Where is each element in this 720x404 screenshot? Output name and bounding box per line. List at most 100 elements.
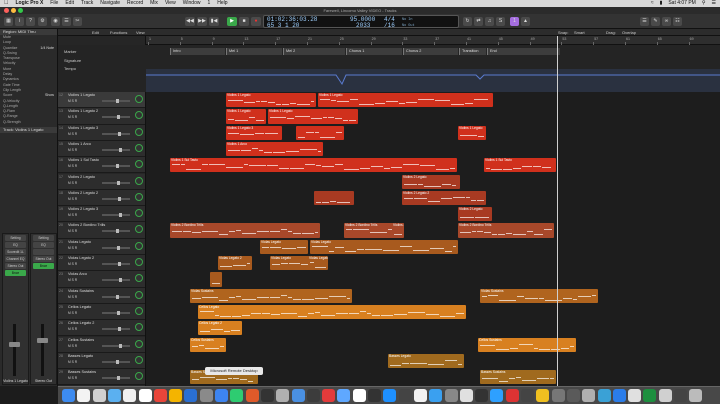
track-name[interactable]: Violas Arco — [68, 272, 87, 276]
drag-value[interactable]: Overlap — [622, 29, 636, 36]
track-volume-slider[interactable] — [102, 131, 130, 136]
midi-region[interactable]: Violas Legato — [310, 239, 458, 254]
pan-knob[interactable] — [135, 306, 143, 315]
track-name[interactable]: Cellos Sustains — [68, 338, 94, 342]
dock-app-icon[interactable] — [643, 389, 657, 402]
snap-value[interactable]: Smart — [574, 29, 585, 36]
count-in-button[interactable]: 1 — [510, 17, 519, 26]
track-header[interactable]: 28 Basses Legato M S R — [58, 352, 145, 370]
mute-solo-buttons[interactable]: M S R — [68, 246, 77, 250]
midi-region[interactable]: Violas Legato 2 — [218, 256, 252, 271]
dock-app-icon[interactable] — [536, 389, 550, 402]
track-header[interactable]: 26 Cellos Legato 2 M S R — [58, 320, 145, 337]
mute-solo-buttons[interactable]: M S R — [68, 197, 77, 201]
marker-end[interactable]: End — [487, 48, 560, 55]
midi-region[interactable]: Cellos Legato — [198, 304, 466, 320]
track-name[interactable]: Violins 1 Legato 2 — [68, 109, 98, 113]
tempo-track-lane[interactable] — [146, 69, 720, 92]
dock-app-icon[interactable] — [92, 389, 106, 402]
zoom-window-icon[interactable] — [18, 8, 23, 13]
pan-knob[interactable] — [135, 241, 143, 250]
midi-region[interactable]: Cellos Sustains — [478, 337, 576, 352]
strip-slot[interactable] — [33, 249, 54, 255]
record-button[interactable]: ● — [251, 17, 261, 26]
volume-knob[interactable] — [118, 196, 121, 201]
inspector-row[interactable]: Q-Strength — [0, 120, 57, 125]
dock-app-icon[interactable] — [551, 389, 565, 402]
dock-app-icon[interactable] — [138, 389, 152, 402]
midi-region[interactable]: Violins 1 Legato — [318, 93, 493, 108]
dock-app-icon[interactable] — [199, 389, 213, 402]
midi-region[interactable]: Violins 2 Legato — [402, 174, 460, 189]
track-volume-slider[interactable] — [102, 180, 130, 185]
track-volume-slider[interactable] — [102, 343, 130, 348]
dock-app-icon[interactable] — [352, 389, 366, 402]
track-header[interactable]: 14 Violins 1 Legato 3 M S R — [58, 124, 145, 141]
pan-knob[interactable] — [135, 160, 143, 169]
track-header[interactable]: 21 Violas Legato M S R — [58, 238, 145, 255]
volume-knob[interactable] — [116, 99, 119, 103]
midi-region[interactable]: Violins 2 Legato — [458, 207, 492, 222]
midi-region[interactable] — [210, 272, 222, 287]
inspector-button[interactable]: i — [15, 17, 24, 26]
track-header[interactable]: 17 Violins 2 Legato M S R — [58, 173, 145, 190]
track-name[interactable]: Violins 2 Legato 2 — [68, 191, 98, 195]
dock-app-icon[interactable] — [582, 389, 596, 402]
dock-app-icon[interactable] — [215, 389, 228, 402]
mute-solo-buttons[interactable]: M S R — [68, 376, 77, 380]
track-volume-slider[interactable] — [102, 229, 130, 234]
help-button[interactable]: ? — [26, 17, 35, 26]
close-window-icon[interactable] — [4, 8, 9, 13]
track-name[interactable]: Violins 1 Legato 3 — [68, 126, 98, 130]
track-header[interactable]: 25 Cellos Legato M S R — [58, 303, 145, 321]
pan-knob[interactable] — [135, 274, 143, 283]
volume-fader[interactable] — [9, 324, 20, 376]
menu-track[interactable]: Track — [81, 0, 93, 7]
pan-knob[interactable] — [135, 323, 143, 332]
playhead[interactable] — [557, 36, 558, 386]
track-volume-slider[interactable] — [102, 262, 130, 266]
mute-solo-buttons[interactable]: M S R — [68, 164, 77, 168]
dock-app-icon[interactable] — [658, 389, 672, 402]
pan-knob[interactable] — [135, 95, 143, 103]
pan-knob[interactable] — [135, 225, 143, 234]
pan-knob[interactable] — [135, 192, 143, 201]
strip-slot[interactable]: Scoredit 1L — [5, 249, 26, 255]
mute-solo-buttons[interactable]: M S R — [68, 311, 77, 315]
stop-button[interactable]: ■ — [239, 17, 249, 26]
midi-region[interactable]: Violins 1 Sul Tasto — [170, 158, 457, 173]
tempo-track-label[interactable]: Tempo — [64, 66, 76, 71]
track-volume-slider[interactable] — [102, 147, 130, 152]
tuner-button[interactable]: ♫ — [485, 17, 494, 26]
volume-knob[interactable] — [119, 278, 122, 283]
track-volume-slider[interactable] — [102, 278, 130, 283]
dock-app-icon[interactable] — [444, 389, 458, 402]
track-volume-slider[interactable] — [102, 310, 130, 315]
track-name[interactable]: Basses Sustains — [68, 370, 96, 374]
mute-solo-buttons[interactable]: M S R — [68, 278, 77, 282]
toolbar-button[interactable]: ⚙ — [38, 17, 47, 26]
mute-solo-buttons[interactable]: M S R — [68, 327, 77, 331]
dock-app-icon[interactable] — [322, 389, 336, 402]
pan-knob[interactable] — [135, 258, 143, 266]
track-volume-slider[interactable] — [102, 196, 130, 201]
midi-region[interactable]: Basses Legato — [388, 353, 464, 369]
strip-group[interactable]: Bnce — [33, 263, 54, 269]
track-name[interactable]: Violins 1 Sul Tasto — [68, 158, 99, 162]
volume-knob[interactable] — [117, 310, 120, 315]
volume-knob[interactable] — [119, 147, 122, 152]
loop-browser-button[interactable]: ∞ — [662, 17, 671, 26]
menu-window[interactable]: Window — [183, 0, 201, 7]
track-header[interactable]: 23 Violas Arco M S R — [58, 271, 145, 288]
dock-app-icon[interactable] — [429, 389, 443, 402]
dock-app-icon[interactable] — [123, 389, 137, 402]
edit-menu[interactable]: Edit — [92, 29, 99, 36]
mute-solo-buttons[interactable]: M S R — [68, 99, 77, 103]
editors-button[interactable]: ✂ — [73, 17, 82, 26]
track-volume-slider[interactable] — [102, 213, 130, 218]
midi-region[interactable]: Violins 1 Legato — [226, 109, 266, 124]
track-volume-slider[interactable] — [102, 115, 130, 120]
notepad-button[interactable]: ✎ — [651, 17, 660, 26]
midi-region[interactable]: Violins 2 Bordino Trills — [170, 223, 320, 238]
menu-record[interactable]: Record — [127, 0, 143, 7]
